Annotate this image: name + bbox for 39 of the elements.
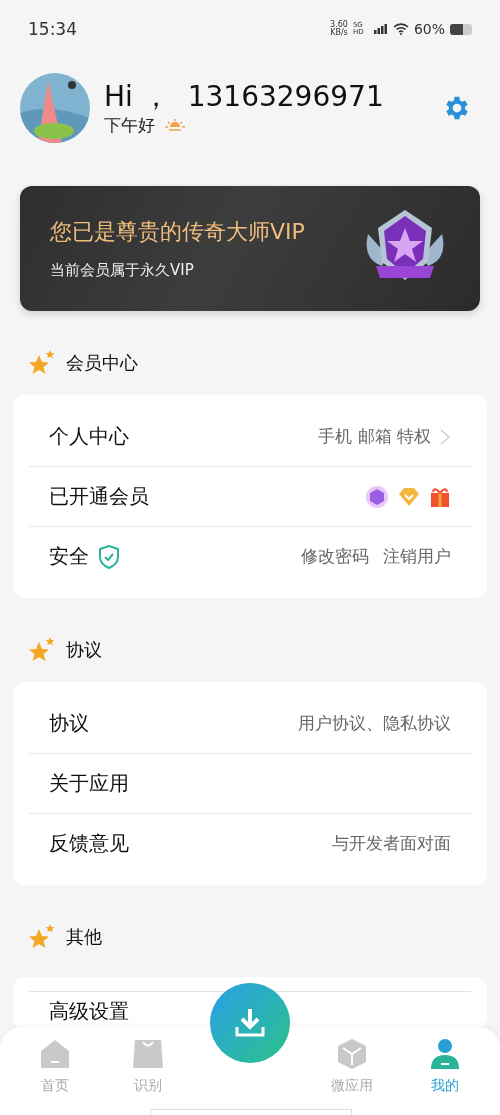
row-detail[interactable]: 注销用户 bbox=[383, 545, 451, 568]
row-label: 反馈意见 bbox=[49, 830, 129, 857]
row-label: 协议 bbox=[49, 710, 89, 737]
row-label: 个人中心 bbox=[49, 423, 129, 450]
wifi-icon bbox=[392, 23, 409, 35]
vip-badge-icon bbox=[365, 484, 389, 509]
sun-icon bbox=[165, 119, 185, 131]
row-detail[interactable]: 修改密码 bbox=[301, 545, 369, 568]
gift-icon bbox=[429, 485, 451, 508]
shield-check-icon bbox=[97, 543, 121, 570]
settings-row[interactable]: 个人中心 手机 邮箱 特权 bbox=[29, 407, 471, 467]
row-label: 高级设置 bbox=[49, 997, 129, 1025]
chevron-right-icon bbox=[439, 427, 451, 446]
row-label: 已开通会员 bbox=[49, 483, 149, 510]
greeting: Hi ， bbox=[104, 79, 170, 114]
row-label: 关于应用 bbox=[49, 770, 129, 797]
battery-percent: 60% bbox=[413, 21, 445, 37]
section-title: 会员中心 bbox=[66, 351, 138, 375]
greeting-subtitle: 下午好 bbox=[104, 113, 155, 137]
section-title: 协议 bbox=[66, 638, 102, 662]
settings-row[interactable]: 协议 用户协议、隐私协议 bbox=[29, 694, 471, 754]
section-title: 其他 bbox=[66, 925, 102, 949]
phone-number: 13163296971 bbox=[187, 79, 384, 114]
network-speed: 3.60 KB/s bbox=[330, 21, 348, 37]
settings-row[interactable]: 安全 修改密码 注销用户 bbox=[29, 527, 471, 586]
bag-icon bbox=[130, 1037, 165, 1071]
status-time: 15:34 bbox=[28, 19, 77, 39]
vip-title: 您已是尊贵的传奇大师VIP bbox=[50, 218, 305, 246]
row-detail: 用户协议、隐私协议 bbox=[298, 712, 451, 735]
row-detail: 与开发者面对面 bbox=[332, 832, 451, 855]
vip-card[interactable]: 您已是尊贵的传奇大师VIP 当前会员属于永久VIP bbox=[20, 186, 480, 311]
vip-subtitle: 当前会员属于永久VIP bbox=[50, 261, 195, 280]
settings-row[interactable]: 反馈意见 与开发者面对面 bbox=[29, 814, 471, 873]
battery-icon bbox=[450, 23, 472, 35]
row-detail: 手机 邮箱 特权 bbox=[318, 425, 431, 448]
settings-row[interactable]: 关于应用 bbox=[29, 754, 471, 814]
settings-row[interactable]: 已开通会员 bbox=[29, 467, 471, 527]
signal-icon bbox=[373, 24, 388, 34]
row-label: 安全 bbox=[49, 543, 89, 570]
